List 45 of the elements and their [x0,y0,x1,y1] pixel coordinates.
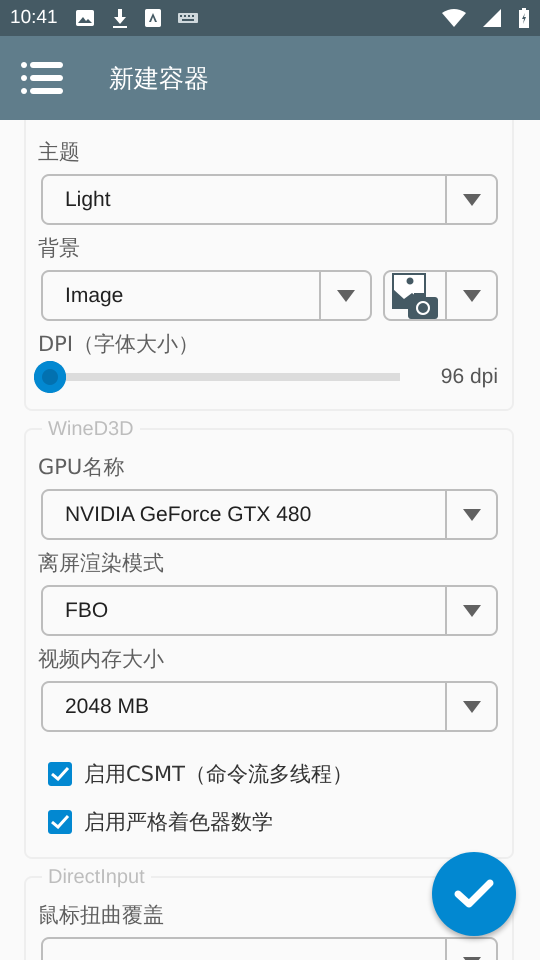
caret-icon [462,604,480,616]
download-icon [112,8,128,28]
section-title: WineD3D [47,417,135,441]
field-label: 主题 [38,139,81,166]
dropdown[interactable]: FBO [41,585,498,636]
dropdown-value: 2048 MB [65,694,150,718]
dropdown-value: NVIDIA GeForce GTX 480 [65,502,312,526]
slider-thumb[interactable] [34,361,66,393]
field-label: 视频内存大小 [38,646,165,673]
checkbox-label: 启用CSMT（命令流多线程） [84,761,353,788]
keyboard-icon [178,12,198,24]
section-title: DirectInput [47,865,146,889]
font-icon [144,9,161,27]
caret-icon [462,194,480,206]
check-icon [454,879,494,909]
app-title: 新建容器 [109,62,209,94]
menu-icon[interactable] [21,62,63,94]
caret-icon [462,290,480,302]
photo-camera-icon [392,272,438,318]
dropdown-value: Light [65,188,111,212]
status-time: 10:41 [10,7,58,29]
dropdown-value: Image [65,284,124,308]
dropdown[interactable]: Image [41,270,372,321]
checkbox-label: 启用严格着色器数学 [84,809,273,836]
dropdown[interactable]: Light [41,174,498,225]
battery-icon [518,8,530,28]
image-picker[interactable] [383,270,498,321]
field-label: 鼠标扭曲覆盖 [38,902,165,929]
signal-icon [483,9,501,27]
slider-value: 96 dpi [440,365,498,389]
dropdown-value: FBO [65,598,108,622]
wifi-icon [442,9,466,27]
image-icon [74,9,95,27]
caret-icon [462,700,480,712]
caret-icon [462,508,480,520]
field-label: GPU名称 [38,454,126,481]
field-label: 离屏渲染模式 [38,550,165,577]
dropdown[interactable]: 2048 MB [41,681,498,732]
confirm-button[interactable] [432,852,516,936]
checkbox[interactable] [48,810,72,834]
field-label: 背景 [38,235,81,262]
caret-icon [336,290,354,302]
dropdown[interactable]: NVIDIA GeForce GTX 480 [41,489,498,540]
checkbox[interactable] [48,762,72,786]
field-label: DPI（字体大小） [38,331,200,358]
